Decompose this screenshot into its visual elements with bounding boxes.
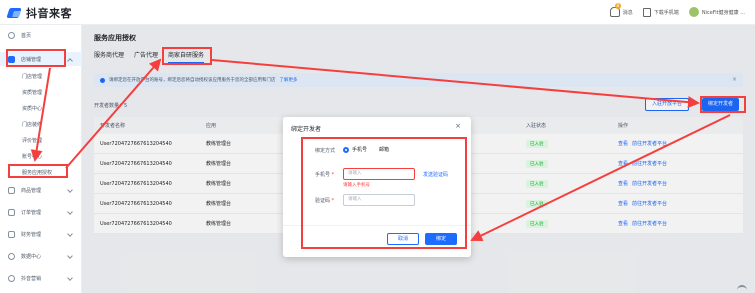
highlight-service-authorization	[8, 164, 68, 178]
avatar	[688, 7, 699, 17]
notification-badge: 8	[614, 3, 621, 9]
account-name: NiceFit健身健康 ...	[701, 9, 745, 16]
chevron-down-icon	[67, 275, 73, 281]
notification-label: 消息	[622, 9, 633, 16]
home-icon	[8, 31, 15, 39]
bell-icon: 8	[609, 3, 621, 17]
sidebar-subitem-qualification[interactable]: 资质管理	[0, 87, 82, 99]
highlight-bind-developer-button	[700, 96, 746, 113]
chevron-down-icon	[67, 209, 73, 215]
download-app-button[interactable]: 下载手机端	[642, 7, 679, 17]
marketing-icon	[8, 274, 15, 282]
top-right-actions: 8 消息 下载手机端 NiceFit健身健康 ...	[609, 3, 745, 17]
loading-spinner-icon	[737, 285, 747, 290]
sidebar-item-label: 订单管理	[21, 209, 42, 216]
wallet-icon	[8, 230, 15, 238]
sidebar-item-label: 抖音营销	[21, 275, 42, 282]
chevron-down-icon	[67, 231, 73, 237]
sidebar-item-data-center[interactable]: 数据中心	[0, 249, 82, 263]
download-label: 下载手机端	[653, 9, 679, 16]
sidebar-item-finance[interactable]: 财务管理	[0, 227, 82, 241]
chevron-down-icon	[67, 187, 73, 193]
order-icon	[8, 208, 15, 216]
sidebar-item-label: 首页	[21, 32, 32, 39]
logo-icon	[8, 7, 22, 19]
dialog-title: 绑定开发者	[291, 126, 322, 133]
app-logo[interactable]: 抖音来客	[8, 5, 72, 21]
chevron-up-icon	[67, 58, 73, 64]
sidebar-item-home[interactable]: 首页	[0, 28, 82, 42]
sidebar-item-orders[interactable]: 订单管理	[0, 205, 82, 219]
notification-button[interactable]: 8 消息	[609, 3, 633, 17]
sidebar-subitem-stores[interactable]: 门店管理	[0, 71, 82, 83]
product-icon	[8, 186, 15, 194]
highlight-dialog-form	[301, 137, 467, 249]
data-icon	[8, 252, 15, 260]
close-icon[interactable]: ×	[455, 122, 461, 130]
sidebar-subitem-qualification-center[interactable]: 资质中心	[0, 103, 82, 115]
sidebar-subitem-reviews[interactable]: 评价管理	[0, 135, 82, 147]
mobile-icon	[642, 7, 651, 17]
sidebar-item-label: 财务管理	[21, 231, 42, 238]
highlight-store-manage	[6, 49, 66, 67]
top-bar: 抖音来客 8 消息 下载手机端 NiceFit健身健康 ...	[0, 0, 755, 25]
sidebar-item-label: 商品管理	[21, 187, 42, 194]
highlight-self-developed-tab	[162, 47, 212, 65]
sidebar-item-douyin-marketing[interactable]: 抖音营销	[0, 271, 82, 285]
sidebar-subitem-account-center[interactable]: 账号中心	[0, 151, 82, 163]
sidebar-item-label: 数据中心	[21, 253, 42, 260]
sidebar-subitem-store-decoration[interactable]: 门店装修	[0, 119, 82, 131]
sidebar-item-products[interactable]: 商品管理	[0, 183, 82, 197]
logo-text: 抖音来客	[26, 7, 72, 20]
chevron-down-icon	[67, 253, 73, 259]
account-menu[interactable]: NiceFit健身健康 ...	[688, 7, 745, 17]
